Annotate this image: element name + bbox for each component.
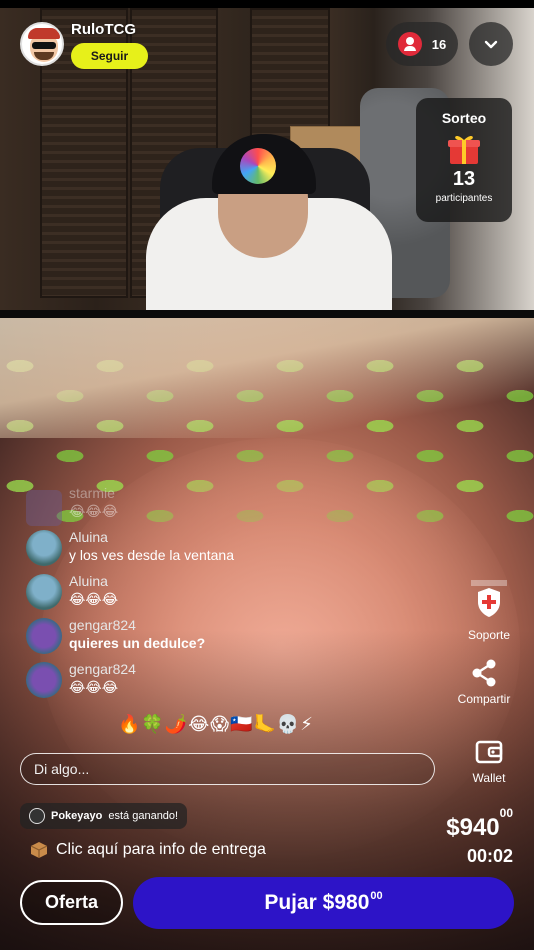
- bid-cents: 00: [370, 890, 383, 902]
- support-label: Soporte: [467, 628, 511, 642]
- video-divider: [0, 310, 534, 318]
- viewer-count: 16: [431, 36, 447, 52]
- bid-label: Pujar $980: [264, 891, 370, 914]
- chat-message: gengar824 quieres un dedulce?: [24, 614, 424, 658]
- giveaway-count: 13: [452, 168, 476, 190]
- follow-button[interactable]: Seguir: [71, 43, 148, 69]
- price-cents: 00: [499, 806, 513, 820]
- share-button[interactable]: Compartir: [449, 658, 519, 706]
- viewer-count-pill[interactable]: 16: [386, 22, 458, 66]
- winning-bidder-badge: Pokeyayo está ganando!: [20, 803, 188, 829]
- cap-flower-logo: [240, 148, 276, 184]
- chat-username: gengar824: [69, 617, 136, 633]
- chat-text: y los ves desde la ventana: [69, 547, 234, 563]
- giveaway-title: Sorteo: [441, 110, 487, 126]
- chat-username: starmie: [69, 485, 115, 501]
- live-stream-screen: RuloTCG Seguir 16 Sorteo 13 participante…: [0, 0, 534, 950]
- quick-reactions[interactable]: 🔥🍀🌶️😂😱🇨🇱🦶💀⚡: [118, 714, 314, 735]
- chat-message: Aluina 😂😂😂: [24, 570, 424, 614]
- chat-message: gengar824 😂😂😂: [24, 658, 424, 702]
- giveaway-label: participantes: [435, 193, 493, 204]
- chat-text: 😂😂😂: [69, 679, 119, 695]
- wallet-button[interactable]: Wallet: [454, 737, 524, 785]
- chat-avatar: [26, 574, 62, 610]
- first-aid-shield-icon: [471, 580, 507, 617]
- chat-message: Aluina y los ves desde la ventana: [24, 526, 424, 570]
- host-username[interactable]: RuloTCG: [71, 21, 136, 38]
- viewer-icon: [397, 32, 422, 56]
- price-main: $940: [446, 814, 500, 841]
- collapse-button[interactable]: [469, 22, 513, 66]
- chat-username: Aluina: [69, 529, 108, 545]
- chat-avatar: [26, 618, 62, 654]
- giveaway-card[interactable]: Sorteo 13 participantes: [416, 98, 512, 222]
- wallet-label: Wallet: [472, 771, 506, 785]
- chat-text: quieres un dedulce?: [69, 635, 206, 651]
- auction-timer: 00:02: [466, 846, 513, 866]
- chat-text: 😂😂😂: [69, 591, 119, 607]
- share-label: Compartir: [457, 692, 511, 706]
- offer-button[interactable]: Oferta: [20, 880, 123, 925]
- package-icon: [30, 842, 48, 858]
- card-art: [0, 318, 534, 438]
- chat-avatar: [26, 530, 62, 566]
- status-strip: [0, 0, 534, 8]
- chat-username: gengar824: [69, 661, 136, 677]
- gift-icon: [448, 135, 480, 164]
- chat-text: 😂😂😂: [69, 503, 119, 519]
- wallet-icon: [475, 740, 503, 764]
- chat-list[interactable]: starmie 😂😂😂 Aluina y los ves desde la ve…: [24, 485, 424, 702]
- current-price: $94000: [446, 806, 513, 842]
- winner-name: Pokeyayo: [51, 810, 103, 822]
- bid-button[interactable]: Pujar $980 00: [133, 877, 514, 929]
- avatar-hat: [28, 28, 60, 39]
- chat-avatar: [26, 662, 62, 698]
- support-button[interactable]: Soporte: [454, 580, 524, 642]
- winner-suffix: está ganando!: [108, 810, 179, 822]
- chat-message: starmie 😂😂😂: [24, 485, 424, 526]
- delivery-info-link[interactable]: Clic aquí para info de entrega: [30, 841, 266, 859]
- chat-avatar: [26, 490, 62, 526]
- host-avatar[interactable]: [20, 22, 64, 66]
- chat-username: Aluina: [69, 573, 108, 589]
- avatar-glasses: [32, 42, 56, 49]
- share-icon: [472, 659, 496, 687]
- winner-avatar: [29, 808, 45, 824]
- delivery-text: Clic aquí para info de entrega: [56, 841, 266, 858]
- chevron-down-icon: [484, 40, 498, 49]
- chat-input[interactable]: Di algo...: [20, 753, 435, 785]
